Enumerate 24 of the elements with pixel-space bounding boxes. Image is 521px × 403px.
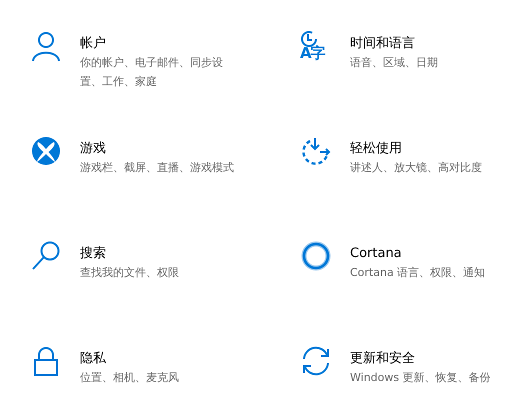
category-title[interactable]: 时间和语言 [350,35,515,53]
category-title[interactable]: 隐私 [80,350,240,368]
category-description: 讲述人、放大镜、高对比度 [350,160,483,176]
person-icon [30,30,62,62]
xbox-icon [30,135,62,167]
category-description: 位置、相机、麦克风 [80,370,180,386]
search-icon [30,240,62,272]
circle-icon [300,240,332,272]
category-title[interactable]: 帐户 [80,35,240,53]
category-title[interactable]: Cortana [350,245,515,263]
sync-icon [300,345,332,377]
category-title[interactable]: 游戏 [80,140,240,158]
category-title[interactable]: 轻松使用 [350,140,515,158]
category-description: Windows 更新、恢复、备份 [350,370,492,386]
category-description: 游戏栏、截屏、直播、游戏模式 [80,160,235,176]
category-title[interactable]: 更新和安全 [350,350,515,368]
category-description: 查找我的文件、权限 [80,265,180,281]
category-description: Cortana 语言、权限、通知 [350,265,486,281]
category-description: 语音、区域、日期 [350,55,439,71]
language-glyph-icon: A字 [300,44,325,62]
category-description: 你的帐户、电子邮件、同步设置、工作、家庭 [80,55,224,90]
category-title[interactable]: 搜索 [80,245,240,263]
accessibility-icon [300,135,332,167]
clock-icon [301,31,317,47]
